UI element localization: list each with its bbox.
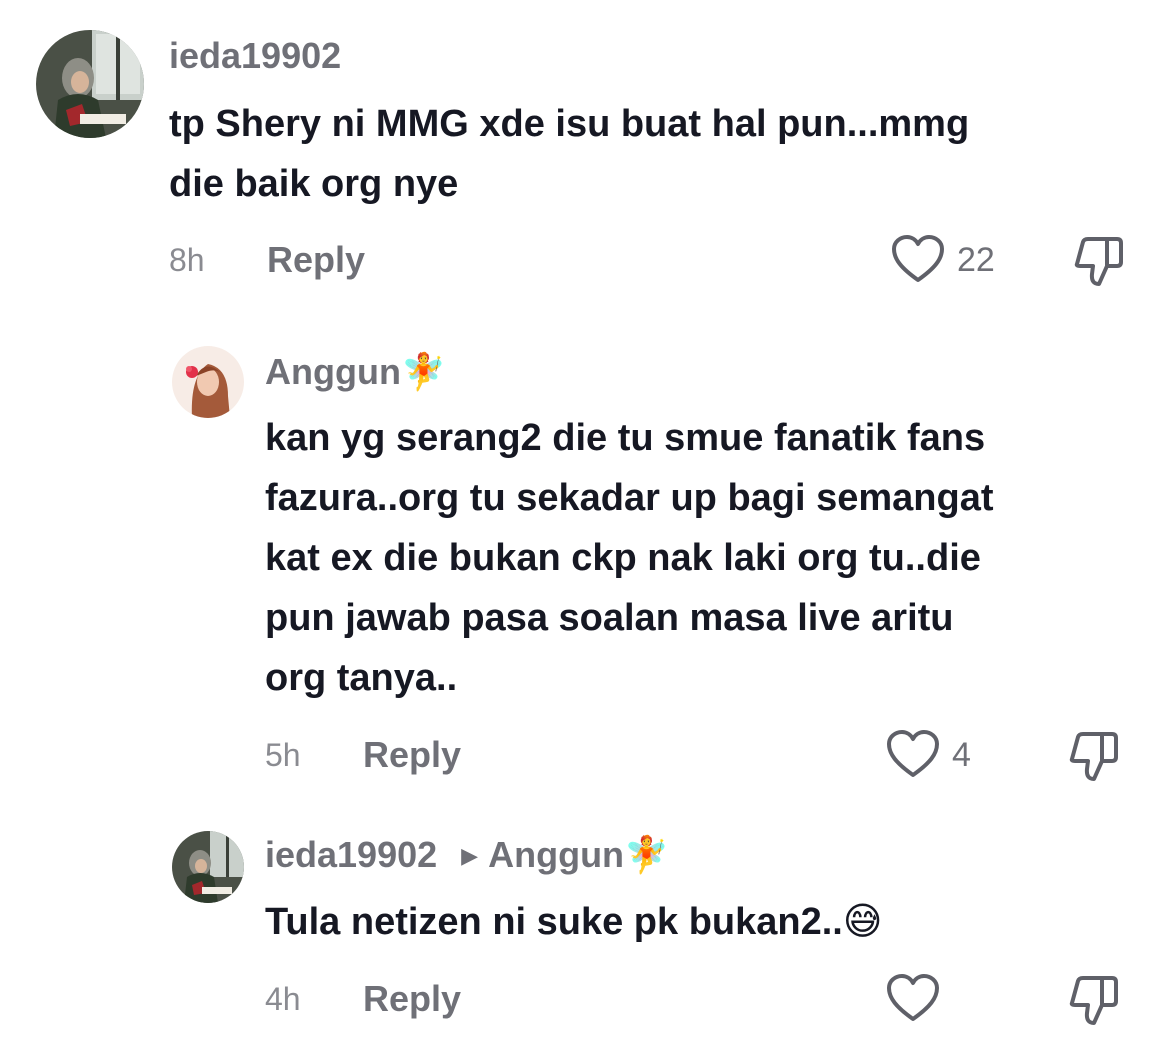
username-text[interactable]: ieda19902 bbox=[265, 834, 437, 875]
comment-text-line: die baik org nye bbox=[169, 163, 459, 205]
avatar-ieda19902[interactable] bbox=[36, 30, 144, 138]
comment-username[interactable]: Anggun🧚 bbox=[265, 354, 446, 391]
comment-text-line: kat ex die bukan ckp nak laki org tu..di… bbox=[265, 537, 981, 579]
comment-text: tp Shery ni MMG xde isu buat hal pun...m… bbox=[169, 94, 1149, 214]
reply-button[interactable]: Reply bbox=[363, 981, 461, 1017]
comment-text-line: pun jawab pasa soalan masa live aritu bbox=[265, 597, 954, 639]
comment-text: kan yg serang2 die tu smue fanatik fans … bbox=[265, 408, 1155, 708]
comment-timestamp: 4h bbox=[265, 981, 301, 1017]
comment-username: ieda19902 ▶ Anggun🧚 bbox=[265, 837, 669, 874]
fairy-emoji: 🧚 bbox=[400, 352, 446, 393]
heart-outline-icon[interactable] bbox=[886, 973, 940, 1023]
fairy-emoji: 🧚 bbox=[624, 835, 669, 876]
sweat-smile-emoji: 😅 bbox=[842, 899, 883, 943]
thumbs-down-outline-icon[interactable] bbox=[1071, 236, 1125, 288]
reply-button[interactable]: Reply bbox=[267, 242, 365, 278]
avatar-ieda19902[interactable] bbox=[172, 831, 244, 903]
heart-outline-icon[interactable] bbox=[891, 234, 945, 284]
comment-text-line: kan yg serang2 die tu smue fanatik fans bbox=[265, 417, 986, 459]
avatar-anggun[interactable] bbox=[172, 346, 244, 418]
like-count: 22 bbox=[957, 241, 995, 279]
comment-timestamp: 5h bbox=[265, 737, 301, 773]
comment-text-line: tp Shery ni MMG xde isu buat hal pun...m… bbox=[169, 103, 970, 145]
comment-text-line: Tula netizen ni suke pk bukan2.. bbox=[265, 901, 843, 943]
reply-to-username[interactable]: Anggun bbox=[488, 834, 624, 875]
comment-timestamp: 8h bbox=[169, 242, 205, 278]
comment-text-line: org tanya.. bbox=[265, 657, 458, 699]
thumbs-down-outline-icon[interactable] bbox=[1066, 731, 1120, 783]
comment-text-line: fazura..org tu sekadar up bagi semangat bbox=[265, 477, 994, 519]
comment-username[interactable]: ieda19902 bbox=[169, 38, 341, 74]
reply-button[interactable]: Reply bbox=[363, 737, 461, 773]
thumbs-down-outline-icon[interactable] bbox=[1066, 975, 1120, 1027]
heart-outline-icon[interactable] bbox=[886, 729, 940, 779]
username-text[interactable]: Anggun bbox=[265, 351, 401, 392]
like-count: 4 bbox=[952, 736, 971, 774]
caret-right-icon: ▶ bbox=[461, 843, 479, 868]
comment-text: Tula netizen ni suke pk bukan2..😅 bbox=[265, 891, 1155, 952]
